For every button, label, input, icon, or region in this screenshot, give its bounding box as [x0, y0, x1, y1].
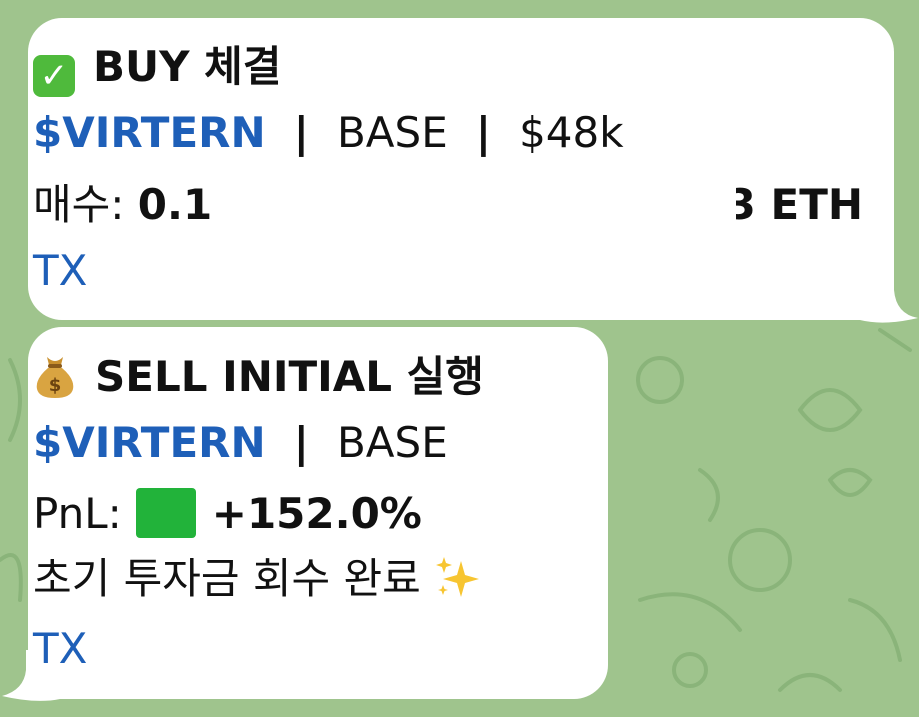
- sell-note: 초기 투자금 회수 완료: [33, 554, 421, 603]
- green-square-icon: [135, 488, 196, 538]
- redaction-mask: [258, 176, 736, 234]
- buy-title-line: ✓ BUY 체결: [33, 42, 282, 97]
- buy-ticker-line: $VIRTERN | BASE | $48k: [33, 108, 624, 158]
- buy-chain: BASE: [336, 108, 448, 157]
- buy-market-cap: $48k: [519, 108, 624, 157]
- buy-amount-start: 0.1: [137, 180, 213, 229]
- separator: |: [293, 418, 309, 467]
- sell-note-line: 초기 투자금 회수 완료: [33, 554, 481, 604]
- pnl-label: PnL:: [33, 489, 122, 538]
- sparkles-icon: [435, 555, 481, 612]
- pnl-value: +152.0%: [211, 489, 422, 538]
- buy-ticker-link[interactable]: $VIRTERN: [33, 108, 266, 157]
- sell-chain: BASE: [336, 418, 448, 467]
- bubble-tail: [860, 270, 918, 323]
- buy-label: 매수:: [33, 180, 125, 229]
- sell-ticker-link[interactable]: $VIRTERN: [33, 418, 266, 467]
- money-bag-icon: $: [33, 353, 77, 399]
- buy-title: BUY 체결: [93, 42, 282, 91]
- buy-amount-end: 3 ETH: [726, 180, 863, 229]
- separator: |: [293, 108, 309, 157]
- sell-ticker-line: $VIRTERN | BASE: [33, 418, 448, 468]
- svg-text:$: $: [49, 375, 62, 396]
- sell-title: SELL INITIAL 실행: [95, 352, 484, 401]
- separator: |: [475, 108, 492, 157]
- buy-tx-link[interactable]: TX: [33, 246, 87, 296]
- sell-tx-link[interactable]: TX: [33, 624, 87, 674]
- sell-pnl-line: PnL: +152.0%: [33, 488, 422, 538]
- check-mark-icon: ✓: [33, 55, 75, 97]
- sell-title-line: $ SELL INITIAL 실행: [33, 352, 484, 402]
